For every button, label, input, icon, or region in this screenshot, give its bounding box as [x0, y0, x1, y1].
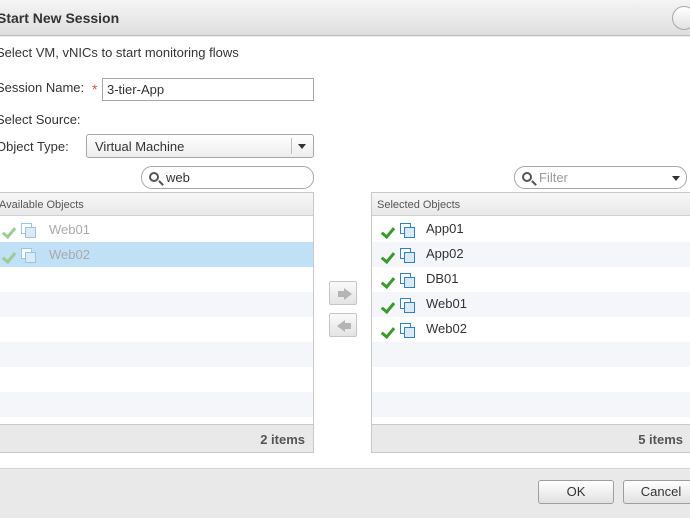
- selected-objects-title: Selected Objects: [377, 199, 461, 211]
- list-item-label: Web01: [49, 222, 90, 237]
- selected-filter-input[interactable]: Filter: [514, 166, 687, 189]
- vm-icon: [400, 223, 415, 238]
- available-count: 2 items: [260, 432, 305, 447]
- vm-icon: [400, 298, 415, 313]
- available-objects-footer: 2 items: [0, 424, 313, 452]
- check-icon: [1, 248, 17, 265]
- list-item[interactable]: App01: [372, 217, 690, 242]
- select-source-label: Select Source:: [0, 112, 81, 127]
- empty-row: [0, 392, 313, 417]
- chevron-down-icon[interactable]: [672, 176, 680, 181]
- session-name-value: 3-tier-App: [107, 82, 165, 97]
- check-icon: [380, 323, 396, 340]
- cancel-button[interactable]: Cancel: [623, 480, 690, 504]
- object-type-value: Virtual Machine: [95, 139, 185, 154]
- vm-icon: [400, 248, 415, 263]
- available-search-value: web: [166, 170, 190, 185]
- object-type-label: Object Type:: [0, 139, 69, 154]
- arrow-left-icon: [337, 320, 351, 332]
- add-to-selected-button[interactable]: [329, 281, 357, 305]
- available-search-input[interactable]: web: [141, 166, 314, 189]
- list-item[interactable]: Web01: [0, 217, 313, 242]
- empty-row: [372, 342, 690, 367]
- remove-from-selected-button[interactable]: [329, 313, 357, 337]
- available-objects-title: Available Objects: [0, 199, 84, 211]
- vm-icon: [400, 323, 415, 338]
- available-objects-panel: Available Objects Web01 Web02 2 items: [0, 192, 314, 453]
- check-icon: [380, 273, 396, 290]
- search-icon: [149, 172, 159, 182]
- session-name-input[interactable]: 3-tier-App: [102, 78, 314, 101]
- list-item-label: App01: [426, 221, 464, 236]
- dialog-titlebar: Start New Session: [0, 0, 690, 36]
- filter-placeholder: Filter: [539, 170, 568, 185]
- check-icon: [1, 223, 17, 240]
- selected-count: 5 items: [638, 432, 683, 447]
- check-icon: [380, 223, 396, 240]
- available-objects-header: Available Objects: [0, 193, 313, 216]
- list-item-label: App02: [426, 246, 464, 261]
- list-item-selected[interactable]: Web02: [0, 242, 313, 267]
- check-icon: [380, 248, 396, 265]
- chevron-down-icon[interactable]: [298, 144, 306, 149]
- list-item[interactable]: DB01: [372, 267, 690, 292]
- empty-row: [0, 342, 313, 367]
- list-item-label: Web02: [426, 321, 467, 336]
- search-icon: [522, 172, 532, 182]
- list-item[interactable]: App02: [372, 242, 690, 267]
- selected-objects-footer: 5 items: [372, 424, 690, 452]
- close-button[interactable]: [672, 6, 690, 30]
- list-item[interactable]: Web02: [372, 317, 690, 342]
- ok-button[interactable]: OK: [538, 480, 614, 504]
- required-marker: *: [92, 81, 98, 97]
- check-icon: [380, 298, 396, 315]
- vm-icon: [21, 223, 36, 238]
- vm-icon: [400, 273, 415, 288]
- select-divider: [291, 138, 292, 154]
- arrow-right-icon: [338, 288, 352, 300]
- list-item-label: Web01: [426, 296, 467, 311]
- selected-objects-panel: Selected Objects App01 App02 DB01 Web01 …: [371, 192, 690, 453]
- empty-row: [372, 392, 690, 417]
- object-type-select[interactable]: Virtual Machine: [86, 134, 314, 158]
- dialog-title: Start New Session: [0, 10, 120, 26]
- vm-icon: [21, 248, 36, 263]
- session-name-label: Session Name:: [0, 80, 85, 95]
- list-item-label: DB01: [426, 271, 459, 286]
- selected-objects-header: Selected Objects: [372, 193, 690, 216]
- instructions-text: Select VM, vNICs to start monitoring flo…: [0, 45, 239, 60]
- empty-row: [0, 292, 313, 317]
- list-item[interactable]: Web01: [372, 292, 690, 317]
- list-item-label: Web02: [49, 247, 90, 262]
